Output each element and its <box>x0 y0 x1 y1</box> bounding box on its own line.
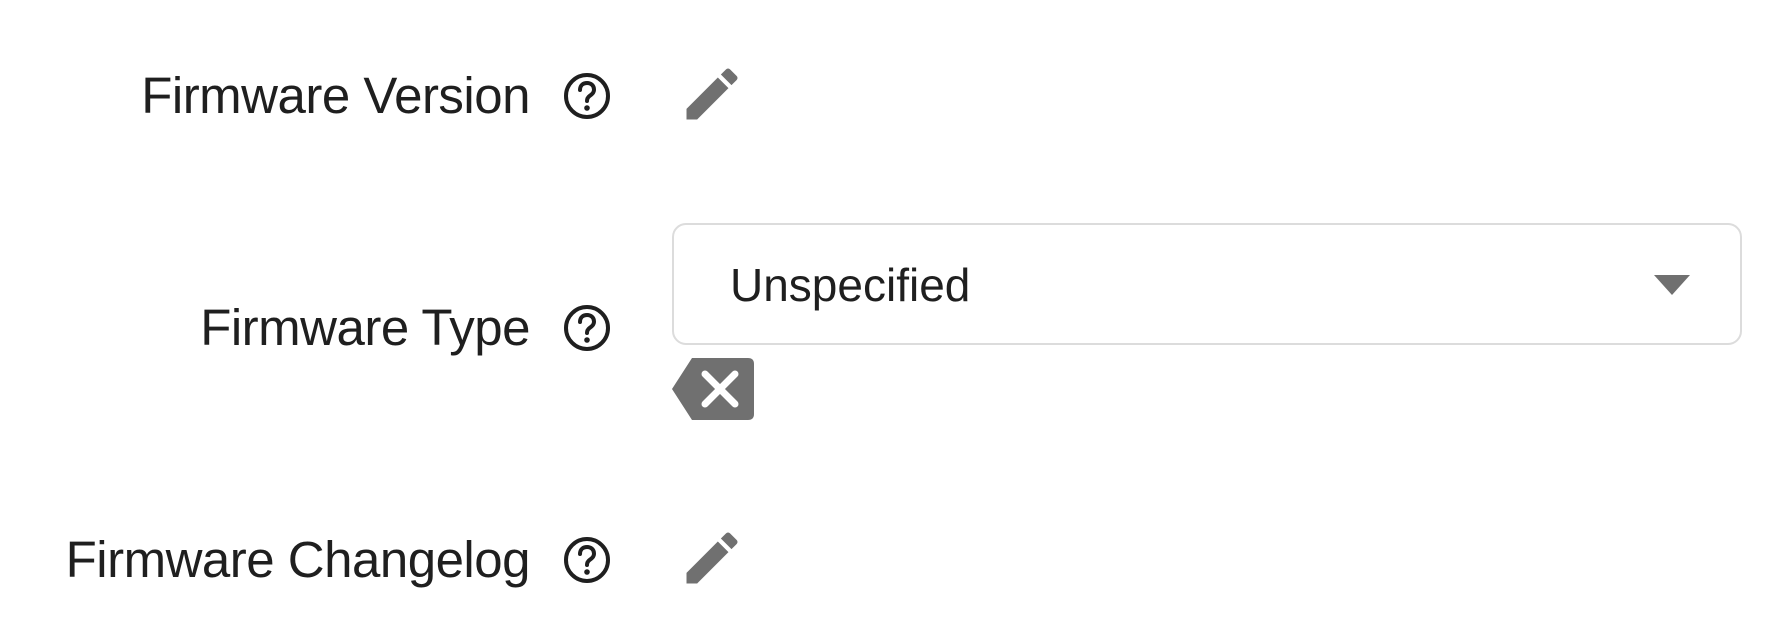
firmware-type-select[interactable]: Unspecified <box>672 223 1742 345</box>
dropdown-arrow-icon <box>1654 275 1690 295</box>
edit-firmware-version-button[interactable] <box>678 60 746 128</box>
help-circle-icon[interactable] <box>562 71 612 121</box>
help-circle-icon[interactable] <box>562 535 612 585</box>
firmware-type-select-value: Unspecified <box>730 259 971 311</box>
firmware-type-label: Firmware Type <box>200 299 530 356</box>
help-circle-icon[interactable] <box>562 303 612 353</box>
backspace-clear-icon <box>672 358 754 420</box>
clear-firmware-type-button[interactable] <box>670 356 756 422</box>
pencil-edit-icon <box>686 532 738 584</box>
pencil-edit-icon <box>686 68 738 120</box>
firmware-version-label: Firmware Version <box>141 67 530 124</box>
edit-firmware-changelog-button[interactable] <box>678 524 746 592</box>
firmware-changelog-label: Firmware Changelog <box>65 531 531 588</box>
